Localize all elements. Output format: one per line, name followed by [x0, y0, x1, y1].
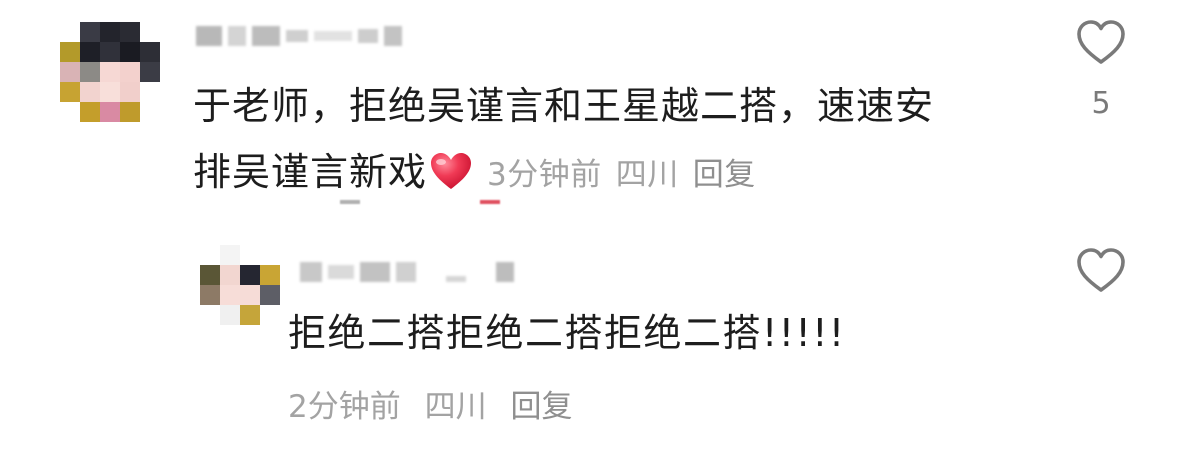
- reply-text: 拒绝二搭拒绝二搭拒绝二搭!!!!!: [288, 311, 846, 355]
- underline-mark: [340, 200, 360, 204]
- comment-time: 2分钟前: [288, 389, 401, 425]
- comment-text: 于老师，拒绝吴谨言和王星越二搭，速速安: [193, 78, 934, 134]
- heart-outline-icon[interactable]: [1076, 19, 1126, 65]
- avatar[interactable]: [200, 245, 280, 325]
- reply-meta: 2分钟前 四川 回复: [288, 381, 572, 426]
- underline-mark: [480, 200, 500, 204]
- red-heart-emoji: [431, 153, 472, 189]
- comment-location: 四川: [615, 157, 679, 193]
- comment-text-line: 排吴谨言新戏: [193, 150, 428, 194]
- like-count: 5: [1091, 86, 1111, 121]
- comment-text-line: 于老师，拒绝吴谨言和王星越二搭，速速安: [193, 84, 935, 128]
- reply-button[interactable]: 回复: [693, 157, 756, 193]
- comment-text-continued: 排吴谨言新戏 3分钟前 四川 回复: [193, 144, 756, 203]
- reply-button[interactable]: 回复: [510, 389, 572, 425]
- avatar[interactable]: [60, 22, 160, 122]
- username-redacted[interactable]: [196, 26, 402, 46]
- comment-location: 四川: [424, 389, 487, 425]
- comment-time: 3分钟前: [487, 157, 602, 193]
- username-redacted[interactable]: [300, 262, 514, 282]
- heart-outline-icon[interactable]: [1076, 247, 1126, 293]
